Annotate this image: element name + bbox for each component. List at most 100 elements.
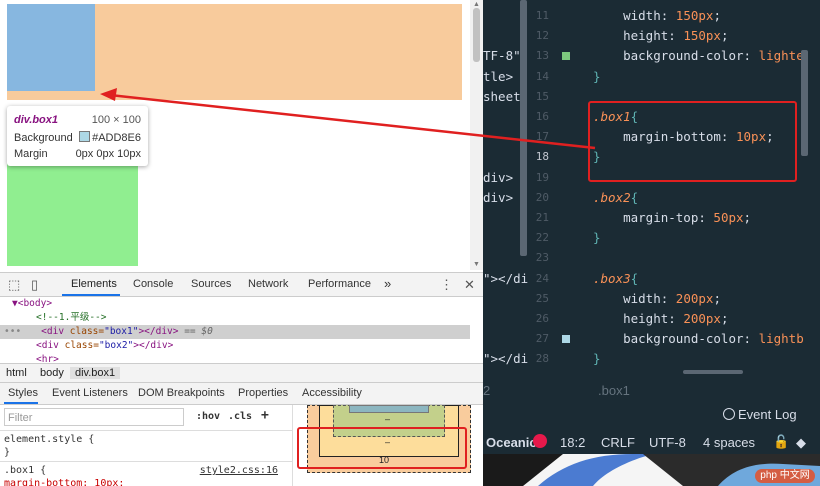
code-line[interactable]: margin-top: 50px; — [593, 210, 751, 225]
editor-status-area: 2 .box1 Event Log Oceanic 18:2 CRLF UTF-… — [483, 380, 820, 486]
code-line[interactable]: width: 150px; — [593, 8, 721, 23]
line-number: 13 — [535, 49, 549, 63]
line-number: 27 — [535, 332, 549, 346]
color-swatch — [79, 131, 91, 142]
code-line[interactable]: background-color: lightb — [593, 331, 804, 346]
line-number: 19 — [535, 170, 549, 184]
left-pane-fragment[interactable]: div> — [483, 170, 513, 185]
dom-tree: ▼<body> <!--1.平级--> ••• <div class="box1"… — [0, 297, 470, 365]
line-number: 14 — [535, 69, 549, 83]
line-number: 18 — [535, 150, 549, 164]
code-line[interactable]: } — [593, 351, 601, 366]
scroll-thumb[interactable] — [473, 8, 480, 62]
left-pane-fragment[interactable]: sheet — [483, 89, 521, 104]
active-tab-indicator — [62, 294, 120, 296]
line-number: 11 — [535, 9, 549, 22]
line-number: 28 — [535, 352, 549, 366]
left-pane-fragment[interactable]: "></di — [483, 271, 528, 286]
code-line[interactable]: } — [593, 69, 601, 84]
left-pane-fragment[interactable]: TF-8" — [483, 48, 521, 63]
scroll-down-icon[interactable]: ▼ — [470, 261, 483, 268]
cls-toggle[interactable]: .cls — [228, 411, 252, 422]
left-pane-scrollbar[interactable] — [520, 0, 527, 256]
tab-elements[interactable]: Elements — [71, 278, 117, 290]
line-number: 26 — [535, 312, 549, 325]
tab-console[interactable]: Console — [133, 278, 173, 290]
subtab-styles[interactable]: Styles — [8, 387, 38, 399]
breadcrumb-body[interactable]: body — [40, 367, 64, 379]
breadcrumb-div-box1[interactable]: div.box1 — [70, 367, 121, 379]
lock-icon[interactable]: 🔓 — [773, 434, 789, 450]
subtab-accessibility[interactable]: Accessibility — [302, 387, 362, 399]
tab-performance[interactable]: Performance — [308, 278, 371, 290]
tooltip-bg-label: Background — [14, 132, 73, 144]
tab-sources[interactable]: Sources — [191, 278, 231, 290]
tooltip-selector: div.box1 — [14, 114, 59, 126]
tooltip-margin-label: Margin — [14, 148, 48, 160]
color-swatch-icon — [562, 52, 570, 61]
hov-toggle[interactable]: :hov — [196, 411, 220, 422]
cursor-position[interactable]: 18:2 — [560, 435, 585, 450]
box1-rule-selector[interactable]: .box1 { — [4, 465, 46, 476]
box1-content-highlight[interactable] — [7, 4, 95, 91]
code-line[interactable]: width: 200px; — [593, 291, 721, 306]
breadcrumb-html[interactable]: html — [6, 367, 27, 379]
rule-source-link[interactable]: style2.css:16 — [200, 465, 278, 476]
editor-scrollbar[interactable] — [801, 50, 808, 156]
box-model-content — [349, 405, 429, 413]
file-encoding[interactable]: UTF-8 — [649, 435, 686, 450]
dom-line-comment[interactable]: <!--1.平级--> — [36, 311, 106, 325]
dom-line-box2[interactable]: <div class="box2"></div> — [36, 339, 173, 353]
devtools-toolbar: ⬚ ▯ Elements Console Sources Network Per… — [0, 273, 483, 297]
element-style-rule[interactable]: element.style { — [4, 434, 94, 445]
dom-line-box1-selected[interactable]: ••• <div class="box1"></div> == $0 — [0, 325, 470, 339]
styles-filter-input[interactable]: Filter — [4, 408, 184, 426]
code-line[interactable]: .box2{ — [593, 190, 638, 205]
color-swatch-icon — [562, 335, 570, 344]
line-number: 22 — [535, 231, 549, 245]
scroll-up-icon[interactable]: ▲ — [470, 1, 483, 8]
line-ending[interactable]: CRLF — [601, 435, 635, 450]
add-rule-button[interactable]: + — [261, 408, 269, 423]
line-number: 24 — [535, 271, 549, 285]
code-line[interactable]: .box3{ — [593, 271, 638, 286]
dom-line-body[interactable]: ▼<body> — [12, 297, 52, 311]
code-line[interactable]: height: 200px; — [593, 311, 728, 326]
styles-pane: Filter :hov .cls + element.style { } .bo… — [0, 405, 292, 486]
close-devtools-icon[interactable]: ✕ — [464, 277, 475, 293]
subtab-properties[interactable]: Properties — [238, 387, 288, 399]
active-subtab-indicator — [4, 402, 38, 404]
code-line[interactable]: height: 150px; — [593, 28, 728, 43]
tooltip-bg-value: #ADD8E6 — [92, 132, 141, 144]
code-line[interactable]: background-color: lighte — [593, 48, 804, 63]
left-pane-fragment[interactable]: "></di — [483, 351, 528, 366]
code-line[interactable]: } — [593, 230, 601, 245]
line-number: 23 — [535, 251, 549, 265]
user-icon[interactable]: ◆ — [796, 435, 806, 451]
page-scrollbar[interactable]: ▲ ▼ — [470, 0, 483, 270]
theme-label[interactable]: Oceanic — [486, 435, 537, 450]
editor-h-scrollbar[interactable] — [683, 370, 743, 374]
subtab-dom-breakpoints[interactable]: DOM Breakpoints — [138, 387, 225, 399]
divider — [0, 430, 292, 431]
divider — [0, 461, 292, 462]
event-log-button[interactable]: Event Log — [723, 407, 797, 422]
box1-rule-partial[interactable]: margin-bottom: 10px; — [4, 478, 124, 486]
box2[interactable] — [7, 160, 138, 266]
left-pane-fragment[interactable]: div> — [483, 190, 513, 205]
left-pane-fragment[interactable]: tle> — [483, 69, 513, 84]
more-tabs-icon[interactable]: » — [384, 276, 391, 291]
box-model-padding-value: – — [385, 414, 391, 424]
code-editor: 11 width: 150px; 12 height: 150px; 13 TF-8"… — [483, 0, 820, 486]
editor-code-area[interactable]: 11 width: 150px; 12 height: 150px; 13 TF-8"… — [483, 0, 820, 380]
tooltip-size: 100 × 100 — [91, 114, 141, 126]
indent-setting[interactable]: 4 spaces — [703, 435, 755, 450]
tab-network[interactable]: Network — [248, 278, 288, 290]
device-toolbar-icon[interactable]: ▯ — [31, 277, 38, 293]
inspect-element-icon[interactable]: ⬚ — [8, 277, 20, 293]
subtab-event-listeners[interactable]: Event Listeners — [52, 387, 128, 399]
selector-breadcrumb[interactable]: .box1 — [598, 383, 630, 398]
line-number: 17 — [535, 130, 549, 144]
kebab-menu-icon[interactable]: ⋮ — [440, 277, 453, 293]
tooltip-margin-value: 0px 0px 10px — [75, 148, 141, 160]
